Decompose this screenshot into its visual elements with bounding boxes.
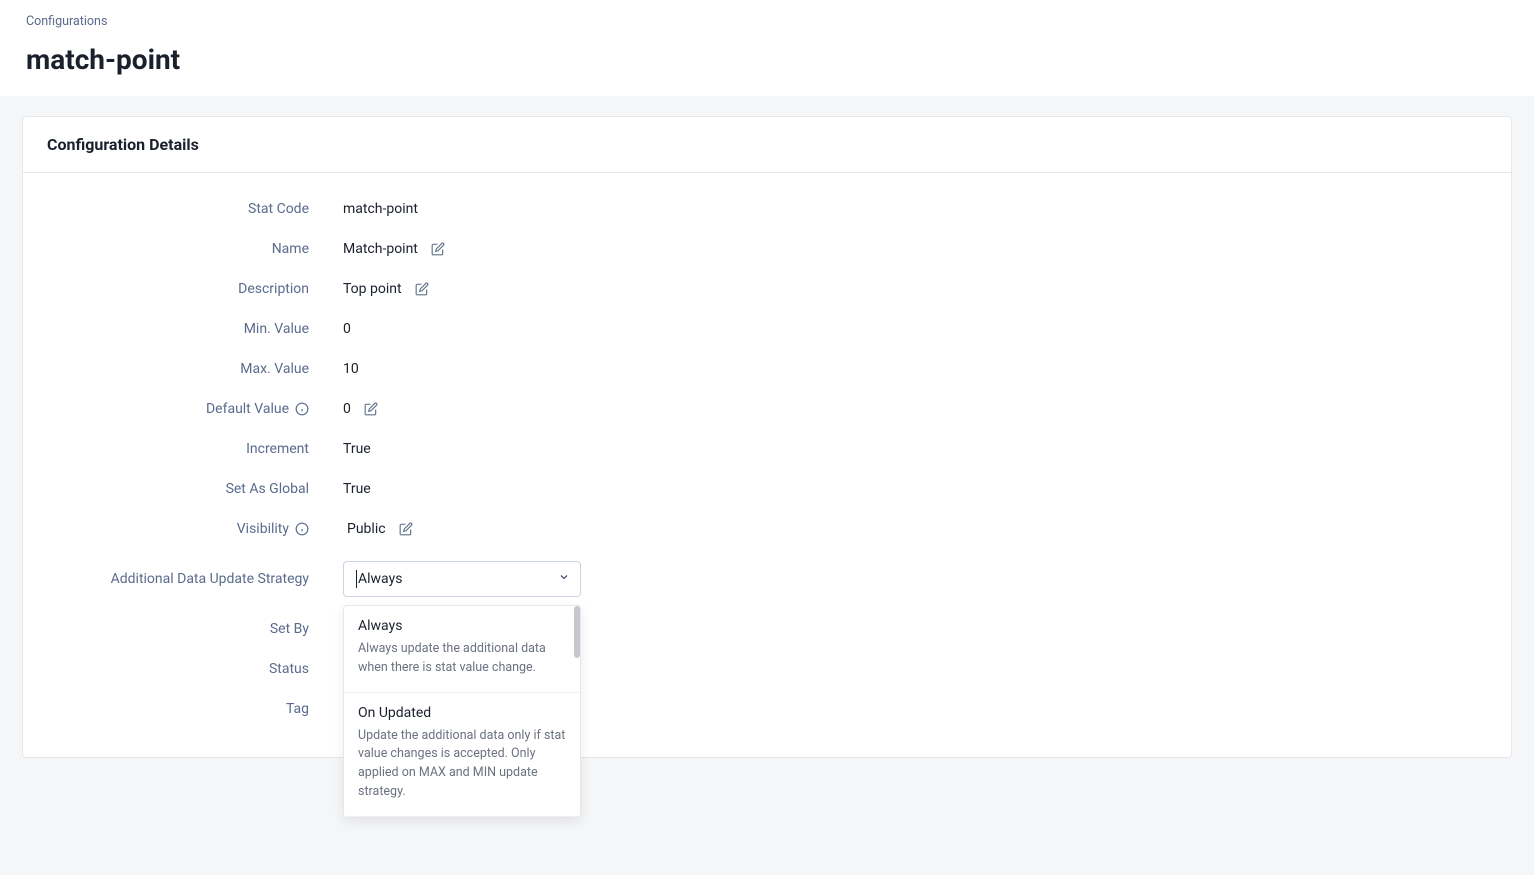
field-value-max-value: 10 (343, 361, 359, 377)
field-stat-code: Stat Code match-point (47, 201, 1487, 217)
field-value-update-strategy: Always Always Always update the addition… (343, 561, 581, 597)
update-strategy-dropdown: Always Always update the additional data… (343, 605, 581, 818)
field-label-tag: Tag (47, 701, 343, 717)
field-value-description: Top point (343, 281, 430, 297)
field-description: Description Top point (47, 281, 1487, 297)
field-name: Name Match-point (47, 241, 1487, 257)
option-title: On Updated (358, 705, 566, 721)
set-as-global-value: True (343, 481, 371, 497)
field-value-default-value: 0 (343, 401, 379, 417)
field-label-min-value: Min. Value (47, 321, 343, 337)
field-label-set-as-global: Set As Global (47, 481, 343, 497)
field-label-set-by: Set By (47, 621, 343, 637)
field-value-increment: True (343, 441, 371, 457)
card-title: Configuration Details (47, 135, 1487, 154)
edit-icon[interactable] (430, 241, 446, 257)
text-cursor (356, 570, 357, 588)
option-description: Update the additional data only if stat … (358, 727, 566, 802)
page-title: match-point (26, 43, 1508, 76)
field-label-max-value: Max. Value (47, 361, 343, 377)
edit-icon[interactable] (414, 281, 430, 297)
field-max-value: Max. Value 10 (47, 361, 1487, 377)
card-header: Configuration Details (23, 117, 1511, 173)
update-strategy-select-wrapper: Always Always Always update the addition… (343, 561, 581, 597)
card-body: Stat Code match-point Name Match-point D… (23, 173, 1511, 757)
scrollbar-thumb[interactable] (574, 606, 580, 658)
field-increment: Increment True (47, 441, 1487, 457)
field-label-stat-code: Stat Code (47, 201, 343, 217)
info-icon[interactable] (295, 402, 309, 416)
scrollbar-track (574, 606, 580, 817)
field-label-increment: Increment (47, 441, 343, 457)
update-strategy-selected-value: Always (358, 571, 402, 587)
field-value-visibility: Public (343, 521, 414, 537)
default-value: 0 (343, 401, 351, 417)
field-set-by: Set By (47, 621, 1487, 637)
field-label-update-strategy: Additional Data Update Strategy (47, 571, 343, 587)
field-label-description: Description (47, 281, 343, 297)
breadcrumb: Configurations (26, 14, 1508, 29)
chevron-down-icon (558, 571, 570, 587)
visibility-label-text: Visibility (237, 521, 289, 537)
field-value-stat-code: match-point (343, 201, 418, 217)
field-value-min-value: 0 (343, 321, 351, 337)
option-description: Always update the additional data when t… (358, 640, 566, 678)
configuration-details-card: Configuration Details Stat Code match-po… (22, 116, 1512, 758)
max-value: 10 (343, 361, 359, 377)
page-header: Configurations match-point (0, 0, 1534, 96)
field-value-name: Match-point (343, 241, 446, 257)
description-value: Top point (343, 281, 402, 297)
field-label-name: Name (47, 241, 343, 257)
dropdown-option-always[interactable]: Always Always update the additional data… (344, 606, 580, 693)
field-update-strategy: Additional Data Update Strategy Always (47, 561, 1487, 597)
field-label-default-value: Default Value (47, 401, 343, 417)
field-tag: Tag (47, 701, 1487, 717)
edit-icon[interactable] (398, 521, 414, 537)
field-label-status: Status (47, 661, 343, 677)
min-value: 0 (343, 321, 351, 337)
edit-icon[interactable] (363, 401, 379, 417)
info-icon[interactable] (295, 522, 309, 536)
field-status: Status (47, 661, 1487, 677)
field-label-visibility: Visibility (47, 521, 343, 537)
field-min-value: Min. Value 0 (47, 321, 1487, 337)
dropdown-option-on-updated[interactable]: On Updated Update the additional data on… (344, 693, 580, 817)
increment-value: True (343, 441, 371, 457)
breadcrumb-link-configurations[interactable]: Configurations (26, 14, 107, 29)
field-default-value: Default Value 0 (47, 401, 1487, 417)
option-title: Always (358, 618, 566, 634)
field-visibility: Visibility Public (47, 521, 1487, 537)
visibility-value: Public (347, 521, 386, 537)
name-value: Match-point (343, 241, 418, 257)
field-set-as-global: Set As Global True (47, 481, 1487, 497)
field-value-set-as-global: True (343, 481, 371, 497)
update-strategy-select[interactable]: Always (343, 561, 581, 597)
stat-code-value: match-point (343, 201, 418, 217)
content-area: Configuration Details Stat Code match-po… (0, 96, 1534, 875)
default-value-label-text: Default Value (206, 401, 289, 417)
